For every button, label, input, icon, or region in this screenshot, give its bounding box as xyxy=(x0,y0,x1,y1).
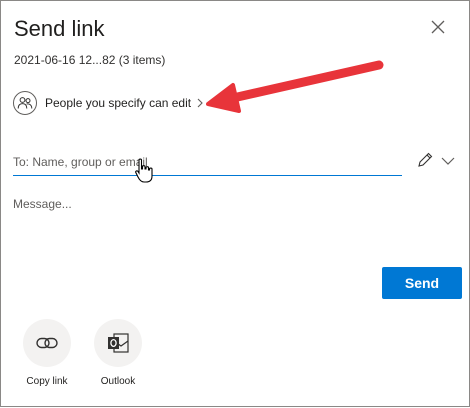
chevron-down-icon xyxy=(441,157,455,165)
item-summary: 2021-06-16 12...82 (3 items) xyxy=(14,53,166,67)
send-link-dialog: Send link 2021-06-16 12...82 (3 items) P… xyxy=(0,0,470,407)
recipient-field xyxy=(13,149,402,176)
link-settings-button[interactable]: People you specify can edit xyxy=(13,90,204,116)
outlook-circle xyxy=(94,319,142,367)
outlook-option[interactable]: Outlook xyxy=(83,319,153,387)
send-button[interactable]: Send xyxy=(382,267,462,299)
copy-link-circle xyxy=(23,319,71,367)
permissions-dropdown[interactable] xyxy=(440,154,456,166)
edit-permissions-button[interactable] xyxy=(416,151,434,169)
close-icon xyxy=(431,20,445,34)
close-button[interactable] xyxy=(426,15,450,39)
link-icon xyxy=(36,337,58,349)
chevron-right-icon xyxy=(196,98,204,108)
message-input[interactable] xyxy=(13,197,453,257)
people-icon xyxy=(13,91,37,115)
recipient-input[interactable] xyxy=(13,153,393,171)
pencil-icon xyxy=(418,152,433,167)
copy-link-option[interactable]: Copy link xyxy=(12,319,82,387)
outlook-icon xyxy=(108,333,129,353)
copy-link-label: Copy link xyxy=(26,376,68,387)
dialog-title: Send link xyxy=(14,16,105,41)
permission-label: People you specify can edit xyxy=(45,96,192,110)
outlook-label: Outlook xyxy=(100,376,136,387)
